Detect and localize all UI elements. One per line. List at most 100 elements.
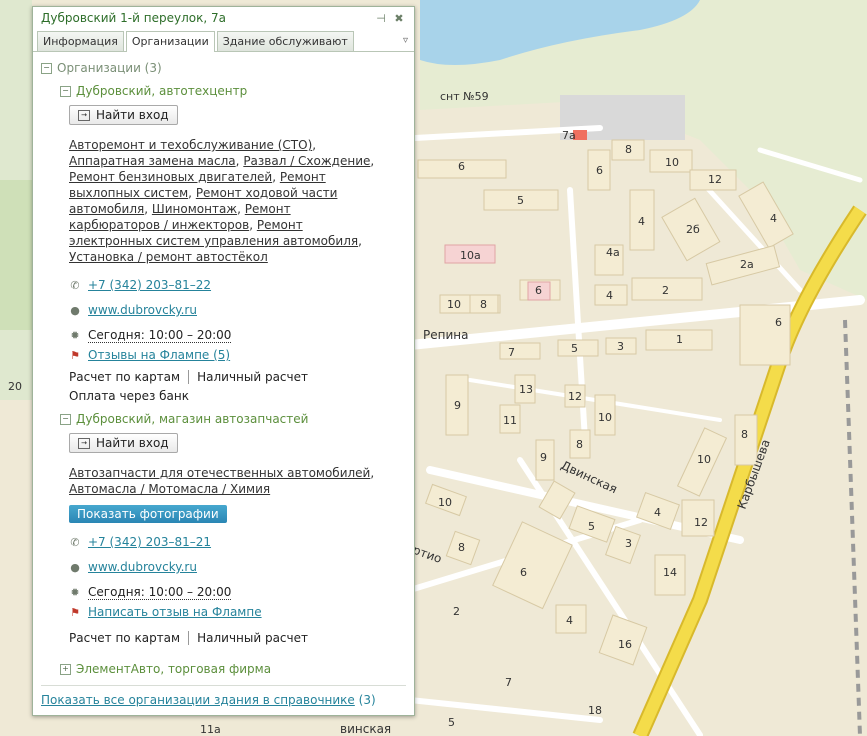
login-icon: →: [78, 437, 90, 449]
map-label-b: 10: [438, 496, 452, 509]
map-label-b: 8: [741, 428, 748, 441]
phone-link[interactable]: +7 (342) 203–81–21: [88, 535, 211, 549]
popup-content: − Организации (3) − Дубровский, автотехц…: [33, 55, 414, 715]
tab-building-service[interactable]: Здание обслуживают: [216, 31, 354, 51]
map-label-b: 5: [517, 194, 524, 207]
map-label-b: 7: [505, 676, 512, 689]
map-label-b: 12: [694, 516, 708, 529]
organizations-group-title: Организации (3): [57, 61, 162, 75]
rubric-link[interactable]: Шиномонтаж: [152, 202, 237, 216]
map-label-b: 6: [775, 316, 782, 329]
chevron-down-icon[interactable]: ▿: [403, 35, 408, 46]
map-label-b: 2: [453, 605, 460, 618]
reviews-row: ⚑ Отзывы на Флампе (5): [69, 345, 406, 365]
map-label-b: 8: [576, 438, 583, 451]
write-review-link[interactable]: Написать отзыв на Флампе: [88, 605, 262, 619]
tab-info[interactable]: Информация: [37, 31, 124, 51]
org-body: → Найти вход Авторемонт и техобслуживани…: [60, 100, 406, 404]
map-label-b: 12: [708, 173, 722, 186]
map-label-b: 13: [519, 383, 533, 396]
org-body: → Найти вход Автозапчасти для отечествен…: [60, 428, 406, 646]
collapse-icon[interactable]: −: [60, 413, 71, 425]
phone-row: ✆ +7 (342) 203–81–22: [69, 275, 406, 295]
payment-row: Расчет по картам Наличный расчет: [69, 630, 406, 646]
map-label-b: 9: [454, 399, 461, 412]
org-name[interactable]: Дубровский, магазин автозапчастей: [76, 412, 308, 426]
collapse-icon[interactable]: −: [60, 85, 71, 97]
map-label-b: 4: [566, 614, 573, 627]
popup-titlebar: Дубровский 1-й переулок, 7а ⊣ ✖: [33, 7, 414, 29]
map-label-b: 18: [588, 704, 602, 717]
map-label-b: 2б: [686, 223, 700, 236]
show-photos-button[interactable]: Показать фотографии: [69, 505, 227, 523]
phone-link[interactable]: +7 (342) 203–81–22: [88, 278, 211, 292]
payment-method: Наличный расчет: [197, 370, 308, 384]
map-label-b: 5: [448, 716, 455, 729]
find-entrance-label: Найти вход: [96, 108, 169, 122]
expand-icon[interactable]: +: [60, 663, 71, 675]
organizations-group[interactable]: − Организации (3): [41, 59, 406, 77]
login-icon: →: [78, 109, 90, 121]
phone-row: ✆ +7 (342) 203–81–21: [69, 532, 406, 552]
rubric-link[interactable]: Ремонт бензиновых двигателей: [69, 170, 272, 184]
orgs-count: (3): [358, 693, 376, 707]
payment-row: Оплата через банк: [69, 388, 406, 404]
clock-icon: ✹: [70, 585, 80, 599]
divider: [188, 631, 190, 645]
map-label-b: 2а: [740, 258, 754, 271]
website-link[interactable]: www.dubrovcky.ru: [88, 560, 197, 574]
rubric-link[interactable]: Авторемонт и техобслуживание (СТО): [69, 138, 312, 152]
map-label-b: 3: [617, 340, 624, 353]
popup-tabs: Информация Организации Здание обслуживаю…: [33, 29, 414, 52]
find-entrance-button[interactable]: → Найти вход: [69, 105, 178, 125]
reviews-link[interactable]: Отзывы на Флампе (5): [88, 348, 230, 362]
map-label-b: 11: [503, 414, 517, 427]
map-label-b: 12: [568, 390, 582, 403]
rubric-link[interactable]: Автозапчасти для отечественных автомобил…: [69, 466, 370, 480]
tab-organizations[interactable]: Организации: [125, 31, 215, 52]
map-label-b: 3: [625, 537, 632, 550]
map-label-b: 5: [588, 520, 595, 533]
org-header[interactable]: + ЭлементАвто, торговая фирма: [60, 660, 406, 678]
map-label-b: 6: [458, 160, 465, 173]
map-label-b: 10: [447, 298, 461, 311]
website-link[interactable]: www.dubrovcky.ru: [88, 303, 197, 317]
map-label-b: 7а: [562, 129, 576, 142]
map-label-b: 8: [480, 298, 487, 311]
hours-text[interactable]: Сегодня: 10:00 – 20:00: [88, 328, 232, 343]
map-label-b: 7: [508, 346, 515, 359]
reviews-row: ⚑ Написать отзыв на Флампе: [69, 602, 406, 622]
org-header[interactable]: − Дубровский, автотехцентр: [60, 82, 406, 100]
rubric-link[interactable]: Установка / ремонт автостёкол: [69, 250, 268, 264]
map-label-b: 4: [606, 289, 613, 302]
map-label-b: 10: [697, 453, 711, 466]
pin-icon[interactable]: ⊣: [374, 11, 388, 25]
map-label-b: 6: [535, 284, 542, 297]
collapse-icon[interactable]: −: [41, 62, 52, 74]
org-item: + ЭлементАвто, торговая фирма: [41, 660, 406, 678]
divider: [188, 370, 190, 384]
rubric-link[interactable]: Аппаратная замена масла: [69, 154, 236, 168]
show-all-orgs-link[interactable]: Показать все организации здания в справо…: [41, 693, 355, 707]
website-row: ● www.dubrovcky.ru: [69, 557, 406, 577]
org-name[interactable]: Дубровский, автотехцентр: [76, 84, 247, 98]
map-label-b: 4: [638, 215, 645, 228]
map-label-b: 6: [520, 566, 527, 579]
find-entrance-button[interactable]: → Найти вход: [69, 433, 178, 453]
payment-method: Расчет по картам: [69, 370, 181, 384]
close-icon[interactable]: ✖: [392, 11, 406, 25]
rubric-link[interactable]: Развал / Схождение: [243, 154, 370, 168]
clock-icon: ✹: [70, 328, 80, 342]
popup-footer: Показать все организации здания в справо…: [41, 685, 406, 707]
map-label-b: 8: [458, 541, 465, 554]
org-header[interactable]: − Дубровский, магазин автозапчастей: [60, 410, 406, 428]
rubric-link[interactable]: Автомасла / Мотомасла / Химия: [69, 482, 270, 496]
org-name[interactable]: ЭлементАвто, торговая фирма: [76, 662, 271, 676]
org-item: − Дубровский, автотехцентр → Найти вход …: [41, 82, 406, 404]
map-label-b: 5: [571, 342, 578, 355]
map-label-street-repina: Репина: [423, 328, 468, 342]
org-item: − Дубровский, магазин автозапчастей → На…: [41, 410, 406, 646]
hours-text[interactable]: Сегодня: 10:00 – 20:00: [88, 585, 232, 600]
flamp-icon: ⚑: [70, 348, 80, 362]
map-label-b: 4а: [606, 246, 620, 259]
